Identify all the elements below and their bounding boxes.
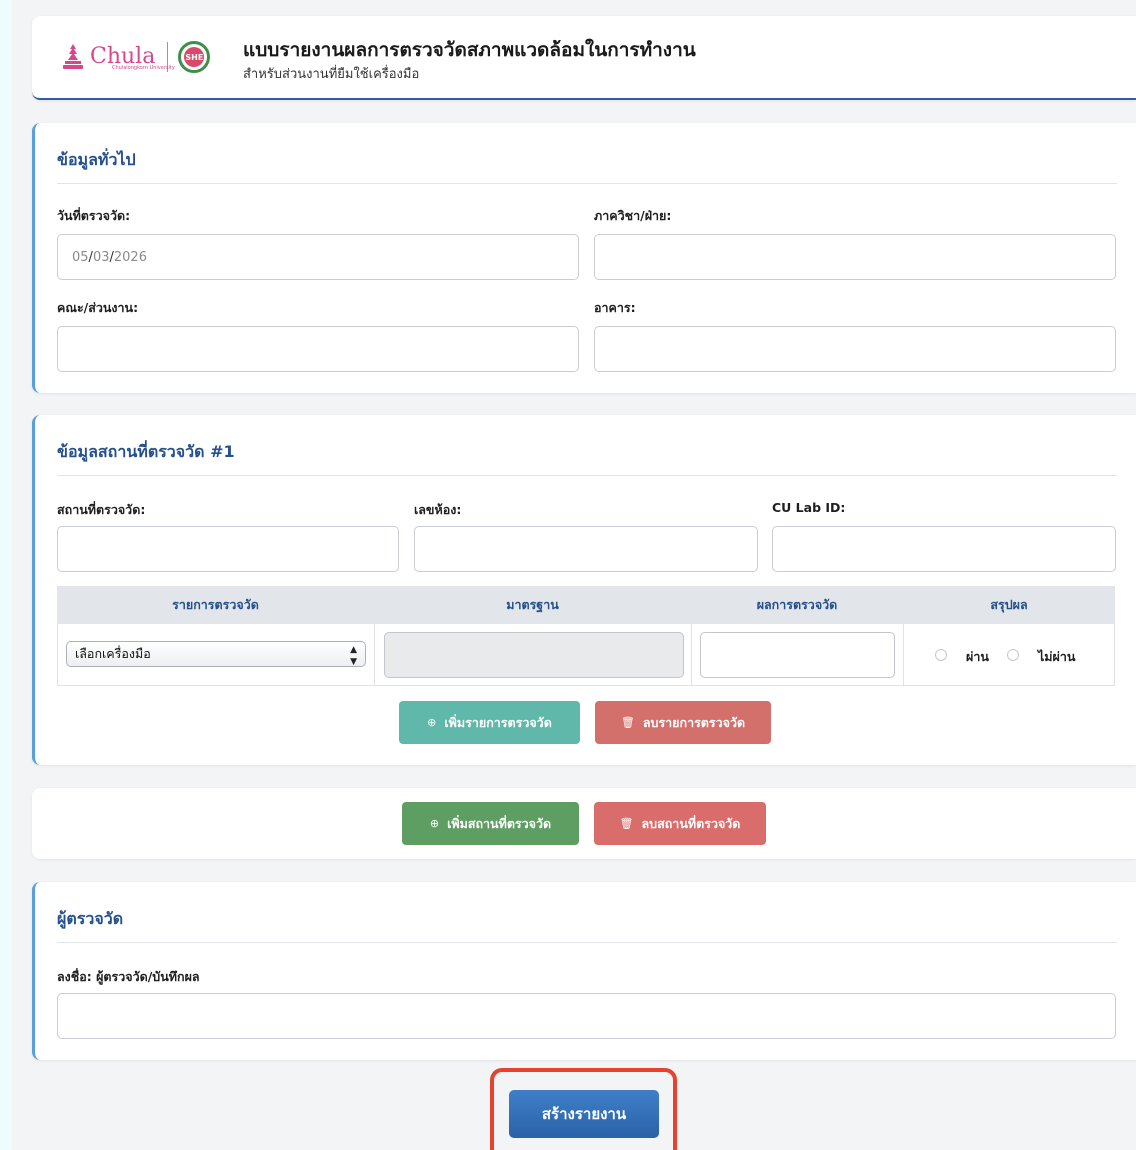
- add-location-label: เพิ่มสถานที่ตรวจวัด: [447, 815, 552, 831]
- page-title: แบบรายงานผลการตรวจวัดสภาพแวดล้อมในการทำง…: [243, 39, 696, 61]
- chula-crest-icon: [62, 43, 84, 71]
- she-logo-icon: SHE: [178, 41, 211, 73]
- add-item-label: เพิ่มรายการตรวจวัด: [444, 714, 552, 730]
- building-input[interactable]: [594, 326, 1116, 372]
- date-month: 05: [72, 249, 89, 265]
- page-subtitle: สำหรับส่วนงานที่ยืมใช้เครื่องมือ: [243, 67, 420, 82]
- result-input[interactable]: [700, 632, 895, 678]
- column-header-item: รายการตรวจวัด: [172, 597, 259, 612]
- trash-icon: 🗑: [619, 817, 634, 830]
- place-input[interactable]: [57, 526, 399, 572]
- section-divider: [57, 942, 1117, 943]
- she-logo-text: SHE: [184, 47, 205, 67]
- plus-circle-icon: ⊕: [429, 817, 440, 830]
- location-title: ข้อมูลสถานที่ตรวจวัด #1: [57, 442, 235, 461]
- lab-id-input[interactable]: [772, 526, 1116, 572]
- general-info-card: ข้อมูลทั่วไป วันที่ตรวจวัด: 05/03/2026 ภ…: [32, 123, 1136, 393]
- general-info-title: ข้อมูลทั่วไป: [57, 150, 136, 169]
- instrument-select[interactable]: เลือกเครื่องมือ ▲ ▼: [66, 641, 366, 667]
- department-label: ภาควิชา/ฝ่าย:: [594, 208, 672, 223]
- faculty-label: คณะ/ส่วนงาน:: [57, 300, 139, 315]
- room-label: เลขห้อง:: [414, 502, 462, 517]
- section-divider: [57, 183, 1117, 184]
- signature-label: ลงชื่อ: ผู้ตรวจวัด/บันทึกผล: [57, 969, 200, 984]
- create-report-button[interactable]: สร้างรายงาน: [509, 1090, 659, 1138]
- plus-circle-icon: ⊕: [427, 716, 437, 729]
- place-label: สถานที่ตรวจวัด:: [57, 502, 146, 517]
- remove-location-button[interactable]: 🗑 ลบสถานที่ตรวจวัด: [594, 802, 766, 845]
- pass-radio[interactable]: [935, 649, 947, 661]
- room-input[interactable]: [414, 526, 758, 572]
- column-header-summary: สรุปผล: [990, 597, 1028, 612]
- remove-item-label: ลบรายการตรวจวัด: [642, 714, 746, 730]
- column-header-standard: มาตรฐาน: [506, 597, 559, 612]
- date-input[interactable]: 05/03/2026: [57, 234, 579, 280]
- remove-item-button[interactable]: 🗑 ลบรายการตรวจวัด: [595, 701, 771, 744]
- fail-radio[interactable]: [1007, 649, 1019, 661]
- table-header: รายการตรวจวัด มาตรฐาน ผลการตรวจวัด สรุปผ…: [57, 586, 1115, 624]
- lab-id-label: CU Lab ID:: [772, 500, 846, 515]
- faculty-input[interactable]: [57, 326, 579, 372]
- column-header-result: ผลการตรวจวัด: [756, 597, 838, 612]
- select-arrows-icon: ▲ ▼: [350, 645, 357, 667]
- table-row: เลือกเครื่องมือ ▲ ▼ ผ่าน ไม่ผ่าน: [57, 624, 1115, 686]
- location-card: ข้อมูลสถานที่ตรวจวัด #1 สถานที่ตรวจวัด: …: [32, 415, 1136, 765]
- date-year: 2026: [113, 249, 147, 265]
- date-label: วันที่ตรวจวัด:: [57, 208, 131, 223]
- building-label: อาคาร:: [594, 300, 636, 315]
- signature-input[interactable]: [57, 993, 1116, 1039]
- pass-label: ผ่าน: [966, 649, 989, 664]
- trash-icon: 🗑: [620, 716, 635, 729]
- inspector-title: ผู้ตรวจวัด: [57, 909, 124, 928]
- department-input[interactable]: [594, 234, 1116, 280]
- remove-location-label: ลบสถานที่ตรวจวัด: [641, 815, 741, 831]
- chula-logo-subtext: Chulalongkorn University: [112, 65, 175, 71]
- add-item-button[interactable]: ⊕ เพิ่มรายการตรวจวัด: [399, 701, 580, 744]
- add-location-button[interactable]: ⊕ เพิ่มสถานที่ตรวจวัด: [402, 802, 579, 845]
- instrument-select-value: เลือกเครื่องมือ: [75, 646, 151, 661]
- standard-input: [384, 632, 684, 678]
- inspector-card: ผู้ตรวจวัด ลงชื่อ: ผู้ตรวจวัด/บันทึกผล: [32, 882, 1136, 1060]
- date-day: 03: [92, 249, 110, 265]
- location-actions-card: ⊕ เพิ่มสถานที่ตรวจวัด 🗑 ลบสถานที่ตรวจวัด: [32, 788, 1136, 859]
- section-divider: [57, 475, 1117, 476]
- page-header: Chula Chulalongkorn University SHE แบบรา…: [32, 16, 1136, 100]
- fail-label: ไม่ผ่าน: [1038, 649, 1076, 664]
- chula-logo: Chula Chulalongkorn University SHE: [62, 39, 211, 75]
